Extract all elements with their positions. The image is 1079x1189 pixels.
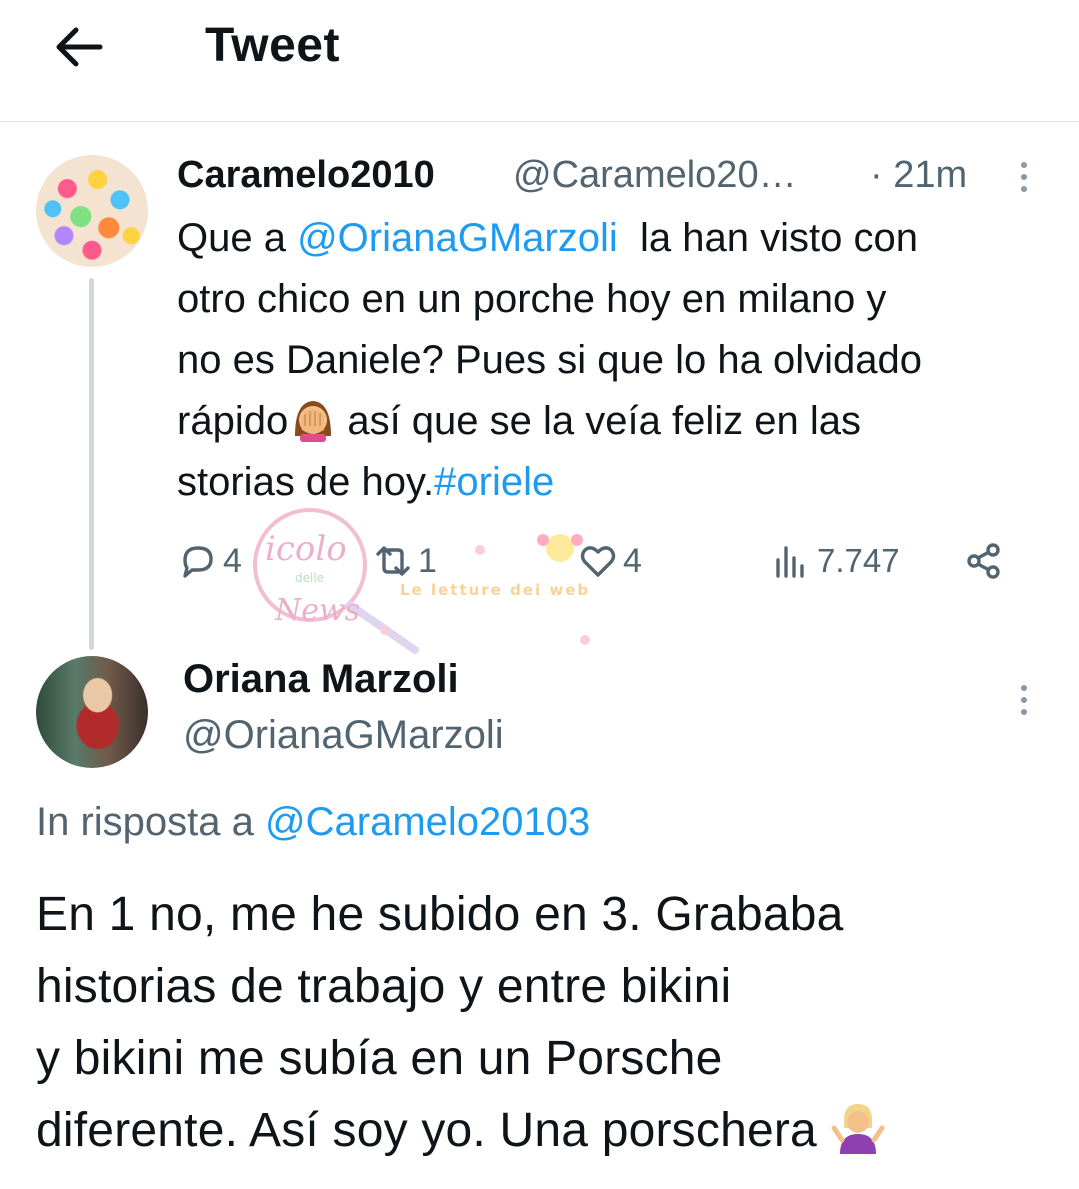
text-fragment: diferente. Así soy yo. Una porschera bbox=[36, 1104, 831, 1157]
text-line: En 1 no, me he subido en 3. Grababa bbox=[36, 888, 844, 941]
reply-count: 4 bbox=[223, 541, 242, 580]
thread-connector-line bbox=[89, 278, 94, 650]
share-button[interactable] bbox=[963, 540, 1005, 582]
more-options-button[interactable] bbox=[1016, 685, 1032, 715]
back-button[interactable] bbox=[50, 22, 106, 72]
text-fragment: así que se la veía feliz en las bbox=[336, 399, 861, 443]
avatar[interactable] bbox=[36, 656, 148, 768]
user-handle[interactable]: @Caramelo20… bbox=[513, 154, 797, 197]
dot-icon bbox=[1021, 174, 1027, 180]
bar-chart-icon bbox=[776, 546, 804, 578]
tweet-timestamp[interactable]: · 21m bbox=[870, 154, 967, 197]
page-title: Tweet bbox=[205, 19, 340, 72]
text-fragment: rápido bbox=[177, 399, 289, 443]
retweet-button[interactable]: 1 bbox=[372, 540, 437, 582]
share-icon bbox=[967, 543, 1000, 579]
view-count: 7.747 bbox=[817, 542, 900, 579]
views-button[interactable]: 7.747 bbox=[771, 540, 900, 582]
dot-icon bbox=[1021, 709, 1027, 715]
like-button[interactable]: 4 bbox=[577, 540, 642, 582]
display-name[interactable]: Caramelo2010 bbox=[177, 154, 435, 197]
dot-icon bbox=[1021, 685, 1027, 691]
arrow-left-icon bbox=[56, 27, 103, 67]
tweet-text: Que a @OrianaGMarzoli la han visto con o… bbox=[177, 208, 1057, 513]
user-handle[interactable]: @OrianaGMarzoli bbox=[183, 713, 504, 758]
text-fragment: la han visto con bbox=[617, 216, 918, 260]
reply-button[interactable]: 4 bbox=[177, 540, 242, 582]
hashtag-link[interactable]: #oriele bbox=[434, 460, 554, 504]
person-shrugging-emoji-icon bbox=[831, 1104, 885, 1154]
mention-link[interactable]: @Caramelo20103 bbox=[265, 800, 590, 844]
reply-context: In risposta a @Caramelo20103 bbox=[36, 800, 590, 845]
avatar[interactable] bbox=[36, 155, 148, 267]
retweet-icon bbox=[376, 546, 410, 576]
text-line: y bikini me subía en un Porsche bbox=[36, 1032, 723, 1085]
tweet-actions-bar: 4 1 4 7.747 bbox=[177, 540, 1037, 600]
retweet-count: 1 bbox=[418, 541, 437, 580]
top-bar: Tweet bbox=[0, 0, 1079, 122]
dot-icon bbox=[1021, 186, 1027, 192]
more-options-button[interactable] bbox=[1016, 162, 1032, 192]
dot-icon bbox=[1021, 697, 1027, 703]
mention-link[interactable]: @OrianaGMarzoli bbox=[297, 216, 618, 260]
display-name[interactable]: Oriana Marzoli bbox=[183, 657, 459, 702]
heart-icon bbox=[580, 546, 616, 577]
reply-icon bbox=[183, 546, 213, 578]
dot-icon bbox=[1021, 162, 1027, 168]
face-palm-emoji-icon bbox=[295, 401, 332, 442]
like-count: 4 bbox=[623, 541, 642, 580]
text-line: no es Daniele? Pues si que lo ha olvidad… bbox=[177, 338, 922, 382]
text-fragment: Que a bbox=[177, 216, 298, 260]
text-line: otro chico en un porche hoy en milano y bbox=[177, 277, 887, 321]
tweet-text: En 1 no, me he subido en 3. Grababa hist… bbox=[36, 879, 1056, 1167]
text-line: historias de trabajo y entre bikini bbox=[36, 960, 732, 1013]
text-fragment: storias de hoy. bbox=[177, 460, 435, 504]
reply-prefix: In risposta a bbox=[36, 800, 266, 844]
